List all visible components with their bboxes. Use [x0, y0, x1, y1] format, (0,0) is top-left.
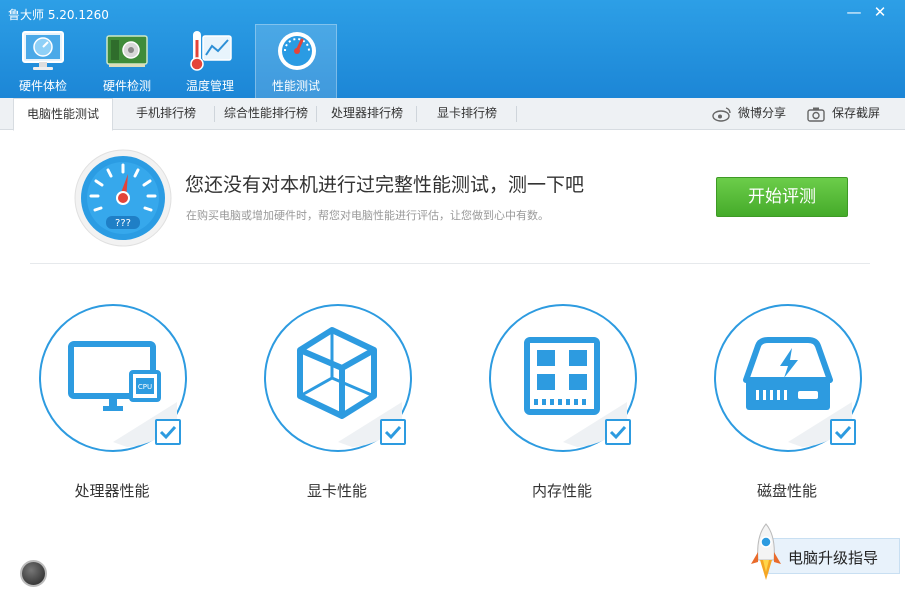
weibo-share-label: 微博分享	[738, 106, 787, 120]
tab-divider	[516, 106, 517, 122]
upgrade-guide-button[interactable]: 电脑升级指导	[748, 522, 900, 584]
mascot-avatar-icon[interactable]	[20, 560, 47, 587]
tab-divider	[316, 106, 317, 122]
checkmark-icon	[609, 425, 627, 440]
test-item-cpu[interactable]: CPU 处理器性能	[37, 302, 197, 502]
minimize-button[interactable]: —	[840, 2, 868, 22]
nav-tab-label: 性能测试	[271, 79, 320, 93]
test-item-disk[interactable]: 磁盘性能	[712, 302, 872, 502]
nav-tab-performance[interactable]: 性能测试	[255, 24, 337, 98]
weibo-share-button[interactable]: 微博分享	[712, 98, 794, 130]
memory-checkbox[interactable]	[605, 419, 631, 445]
camera-icon	[807, 107, 825, 122]
nav-tab-hardware-detect[interactable]: 硬件检测	[86, 24, 168, 98]
nav-tab-label: 硬件体检	[18, 79, 67, 93]
speedometer-icon	[278, 32, 316, 70]
divider	[30, 263, 870, 264]
weibo-icon	[712, 107, 731, 122]
disk-drive-icon	[743, 337, 833, 410]
sub-tab-bar: 电脑性能测试 手机排行榜 综合性能排行榜 处理器排行榜 显卡排行榜 微博分享 保…	[0, 98, 905, 131]
nav-tab-label: 硬件检测	[102, 79, 151, 93]
gauge-value-text: ???	[115, 218, 131, 229]
nav-tab-temperature[interactable]: 温度管理	[169, 24, 251, 98]
thermometer-icon	[190, 31, 232, 71]
subtab-gpu-ranking[interactable]: 显卡排行榜	[418, 98, 516, 130]
test-item-gpu[interactable]: 显卡性能	[262, 302, 422, 502]
monitor-clock-icon	[22, 31, 64, 70]
cpu-checkbox[interactable]	[155, 419, 181, 445]
disk-checkbox[interactable]	[830, 419, 856, 445]
subtab-cpu-ranking[interactable]: 处理器排行榜	[318, 98, 416, 130]
memory-label: 内存性能	[531, 482, 592, 500]
save-screenshot-label: 保存截屏	[832, 106, 881, 120]
cpu-label: 处理器性能	[74, 482, 150, 500]
cpu-chip-label: CPU	[138, 383, 152, 391]
nav-tab-label: 温度管理	[185, 79, 234, 93]
save-screenshot-button[interactable]: 保存截屏	[806, 98, 896, 130]
subtab-phone-ranking[interactable]: 手机排行榜	[118, 98, 214, 130]
performance-gauge-icon: ???	[74, 149, 172, 247]
test-item-memory[interactable]: 内存性能	[487, 302, 647, 502]
hero-subtitle: 在购买电脑或增加硬件时，帮您对电脑性能进行评估，让您做到心中有数。	[186, 209, 549, 222]
subtab-pc-performance[interactable]: 电脑性能测试	[13, 98, 113, 131]
gpu-label: 显卡性能	[306, 482, 367, 500]
disk-label: 磁盘性能	[756, 482, 817, 500]
upgrade-guide-label: 电脑升级指导	[788, 549, 879, 567]
memory-chip-icon	[524, 337, 600, 415]
checkmark-icon	[834, 425, 852, 440]
subtab-overall-ranking[interactable]: 综合性能排行榜	[216, 98, 316, 130]
title-bar: 鲁大师 5.20.1260 — ✕ 硬件体检 硬件检测 温度管理 性能测试	[0, 0, 905, 98]
checkmark-icon	[159, 425, 177, 440]
circuit-board-icon	[106, 35, 148, 67]
checkmark-icon	[384, 425, 402, 440]
nav-tab-hardware-checkup[interactable]: 硬件体检	[2, 24, 84, 98]
gpu-checkbox[interactable]	[380, 419, 406, 445]
close-button[interactable]: ✕	[866, 2, 894, 22]
tab-divider	[214, 106, 215, 122]
app-title: 鲁大师 5.20.1260	[8, 8, 109, 22]
rocket-icon	[751, 523, 781, 580]
start-test-button[interactable]: 开始评测	[716, 177, 848, 217]
hero-title: 您还没有对本机进行过完整性能测试，测一下吧	[185, 174, 585, 196]
tab-divider	[416, 106, 417, 122]
